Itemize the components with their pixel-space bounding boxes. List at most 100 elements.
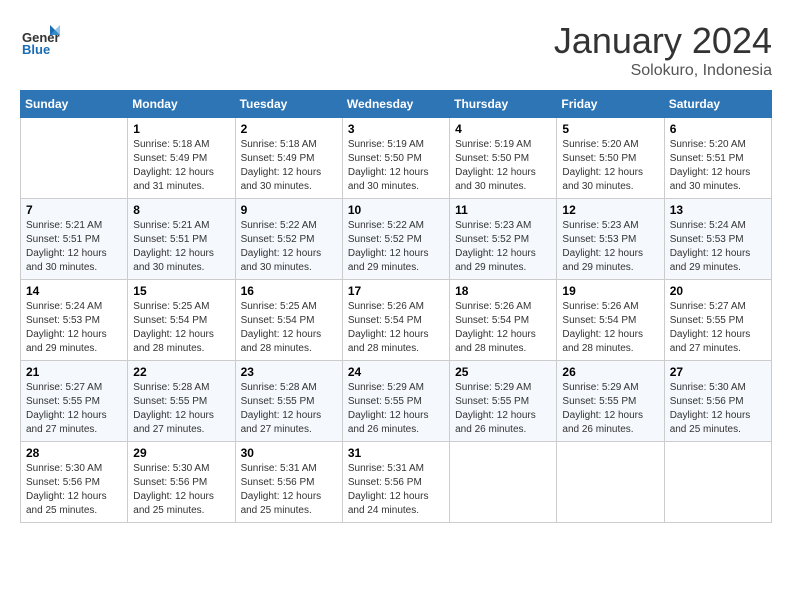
day-number: 31: [348, 446, 444, 460]
day-number: 23: [241, 365, 337, 379]
month-title: January 2024: [554, 20, 772, 62]
calendar-cell: 30 Sunrise: 5:31 AM Sunset: 5:56 PM Dayli…: [235, 442, 342, 523]
calendar-body: 1Sunrise: 5:18 AM Sunset: 5:49 PM Daylig…: [21, 118, 772, 523]
day-info: Sunrise: 5:31 AM Sunset: 5:56 PM Dayligh…: [348, 462, 444, 518]
calendar-cell: 31 Sunrise: 5:31 AM Sunset: 5:56 PM Dayli…: [342, 442, 449, 523]
day-info: Sunrise: 5:18 AM Sunset: 5:49 PM Dayligh…: [241, 138, 337, 194]
day-number: 26: [562, 365, 658, 379]
calendar-week-4: 21Sunrise: 5:27 AM Sunset: 5:55 PM Dayli…: [21, 361, 772, 442]
weekday-header-friday: Friday: [557, 91, 664, 118]
day-info: Sunrise: 5:24 AM Sunset: 5:53 PM Dayligh…: [670, 219, 766, 275]
calendar-cell: 18 Sunrise: 5:26 AM Sunset: 5:54 PM Dayli…: [450, 280, 557, 361]
calendar-cell: 12Sunrise: 5:23 AM Sunset: 5:53 PM Dayli…: [557, 199, 664, 280]
day-info: Sunrise: 5:21 AM Sunset: 5:51 PM Dayligh…: [26, 219, 122, 275]
day-info: Sunrise: 5:19 AM Sunset: 5:50 PM Dayligh…: [455, 138, 551, 194]
calendar-cell: 21Sunrise: 5:27 AM Sunset: 5:55 PM Dayli…: [21, 361, 128, 442]
day-number: 28: [26, 446, 122, 460]
calendar-cell: 17 Sunrise: 5:26 AM Sunset: 5:54 PM Dayli…: [342, 280, 449, 361]
day-info: Sunrise: 5:25 AM Sunset: 5:54 PM Dayligh…: [133, 300, 229, 356]
day-info: Sunrise: 5:25 AM Sunset: 5:54 PM Dayligh…: [241, 300, 337, 356]
day-number: 25: [455, 365, 551, 379]
calendar-cell: 2 Sunrise: 5:18 AM Sunset: 5:49 PM Daylig…: [235, 118, 342, 199]
calendar-cell: 26 Sunrise: 5:29 AM Sunset: 5:55 PM Dayli…: [557, 361, 664, 442]
day-info: Sunrise: 5:29 AM Sunset: 5:55 PM Dayligh…: [562, 381, 658, 437]
calendar-cell: 1Sunrise: 5:18 AM Sunset: 5:49 PM Daylig…: [128, 118, 235, 199]
day-info: Sunrise: 5:30 AM Sunset: 5:56 PM Dayligh…: [26, 462, 122, 518]
calendar-cell: [557, 442, 664, 523]
day-info: Sunrise: 5:26 AM Sunset: 5:54 PM Dayligh…: [562, 300, 658, 356]
weekday-header-row: SundayMondayTuesdayWednesdayThursdayFrid…: [21, 91, 772, 118]
day-info: Sunrise: 5:31 AM Sunset: 5:56 PM Dayligh…: [241, 462, 337, 518]
day-info: Sunrise: 5:18 AM Sunset: 5:49 PM Dayligh…: [133, 138, 229, 194]
day-number: 19: [562, 284, 658, 298]
calendar-week-2: 7 Sunrise: 5:21 AM Sunset: 5:51 PM Daylig…: [21, 199, 772, 280]
svg-text:Blue: Blue: [22, 42, 50, 57]
day-number: 15: [133, 284, 229, 298]
location-subtitle: Solokuro, Indonesia: [554, 62, 772, 80]
logo: General Blue: [20, 20, 60, 60]
day-number: 16: [241, 284, 337, 298]
calendar-cell: 27 Sunrise: 5:30 AM Sunset: 5:56 PM Dayli…: [664, 361, 771, 442]
day-number: 5: [562, 122, 658, 136]
weekday-header-monday: Monday: [128, 91, 235, 118]
day-info: Sunrise: 5:29 AM Sunset: 5:55 PM Dayligh…: [348, 381, 444, 437]
day-info: Sunrise: 5:26 AM Sunset: 5:54 PM Dayligh…: [348, 300, 444, 356]
day-info: Sunrise: 5:22 AM Sunset: 5:52 PM Dayligh…: [348, 219, 444, 275]
calendar-cell: 16 Sunrise: 5:25 AM Sunset: 5:54 PM Dayli…: [235, 280, 342, 361]
day-info: Sunrise: 5:22 AM Sunset: 5:52 PM Dayligh…: [241, 219, 337, 275]
day-info: Sunrise: 5:21 AM Sunset: 5:51 PM Dayligh…: [133, 219, 229, 275]
day-info: Sunrise: 5:28 AM Sunset: 5:55 PM Dayligh…: [133, 381, 229, 437]
day-info: Sunrise: 5:29 AM Sunset: 5:55 PM Dayligh…: [455, 381, 551, 437]
calendar-cell: [450, 442, 557, 523]
day-info: Sunrise: 5:23 AM Sunset: 5:52 PM Dayligh…: [455, 219, 551, 275]
title-area: January 2024 Solokuro, Indonesia: [554, 20, 772, 80]
day-number: 14: [26, 284, 122, 298]
calendar-cell: 3 Sunrise: 5:19 AM Sunset: 5:50 PM Daylig…: [342, 118, 449, 199]
calendar-cell: 5 Sunrise: 5:20 AM Sunset: 5:50 PM Daylig…: [557, 118, 664, 199]
weekday-header-wednesday: Wednesday: [342, 91, 449, 118]
day-number: 13: [670, 203, 766, 217]
day-info: Sunrise: 5:28 AM Sunset: 5:55 PM Dayligh…: [241, 381, 337, 437]
calendar-week-3: 14 Sunrise: 5:24 AM Sunset: 5:53 PM Dayli…: [21, 280, 772, 361]
day-number: 30: [241, 446, 337, 460]
day-number: 4: [455, 122, 551, 136]
day-number: 18: [455, 284, 551, 298]
day-number: 2: [241, 122, 337, 136]
day-number: 3: [348, 122, 444, 136]
day-info: Sunrise: 5:23 AM Sunset: 5:53 PM Dayligh…: [562, 219, 658, 275]
day-number: 8: [133, 203, 229, 217]
logo-icon: General Blue: [20, 20, 60, 60]
calendar-cell: 14 Sunrise: 5:24 AM Sunset: 5:53 PM Dayli…: [21, 280, 128, 361]
day-number: 21: [26, 365, 122, 379]
page-header: General Blue January 2024 Solokuro, Indo…: [20, 20, 772, 80]
calendar-cell: 24 Sunrise: 5:29 AM Sunset: 5:55 PM Dayli…: [342, 361, 449, 442]
day-number: 22: [133, 365, 229, 379]
day-info: Sunrise: 5:30 AM Sunset: 5:56 PM Dayligh…: [670, 381, 766, 437]
day-info: Sunrise: 5:24 AM Sunset: 5:53 PM Dayligh…: [26, 300, 122, 356]
calendar-cell: [21, 118, 128, 199]
day-info: Sunrise: 5:26 AM Sunset: 5:54 PM Dayligh…: [455, 300, 551, 356]
day-info: Sunrise: 5:20 AM Sunset: 5:50 PM Dayligh…: [562, 138, 658, 194]
calendar-cell: 7 Sunrise: 5:21 AM Sunset: 5:51 PM Daylig…: [21, 199, 128, 280]
calendar-cell: 10Sunrise: 5:22 AM Sunset: 5:52 PM Dayli…: [342, 199, 449, 280]
calendar-cell: 28 Sunrise: 5:30 AM Sunset: 5:56 PM Dayli…: [21, 442, 128, 523]
day-number: 27: [670, 365, 766, 379]
calendar-cell: 20Sunrise: 5:27 AM Sunset: 5:55 PM Dayli…: [664, 280, 771, 361]
day-info: Sunrise: 5:27 AM Sunset: 5:55 PM Dayligh…: [670, 300, 766, 356]
calendar-cell: 4 Sunrise: 5:19 AM Sunset: 5:50 PM Daylig…: [450, 118, 557, 199]
day-number: 9: [241, 203, 337, 217]
weekday-header-thursday: Thursday: [450, 91, 557, 118]
day-info: Sunrise: 5:20 AM Sunset: 5:51 PM Dayligh…: [670, 138, 766, 194]
day-number: 29: [133, 446, 229, 460]
day-number: 24: [348, 365, 444, 379]
calendar-week-5: 28 Sunrise: 5:30 AM Sunset: 5:56 PM Dayli…: [21, 442, 772, 523]
calendar-cell: 29Sunrise: 5:30 AM Sunset: 5:56 PM Dayli…: [128, 442, 235, 523]
calendar-cell: 19 Sunrise: 5:26 AM Sunset: 5:54 PM Dayli…: [557, 280, 664, 361]
calendar-cell: 11 Sunrise: 5:23 AM Sunset: 5:52 PM Dayli…: [450, 199, 557, 280]
day-number: 17: [348, 284, 444, 298]
calendar-cell: 8 Sunrise: 5:21 AM Sunset: 5:51 PM Daylig…: [128, 199, 235, 280]
day-info: Sunrise: 5:19 AM Sunset: 5:50 PM Dayligh…: [348, 138, 444, 194]
calendar-cell: 6Sunrise: 5:20 AM Sunset: 5:51 PM Daylig…: [664, 118, 771, 199]
day-number: 7: [26, 203, 122, 217]
day-number: 11: [455, 203, 551, 217]
